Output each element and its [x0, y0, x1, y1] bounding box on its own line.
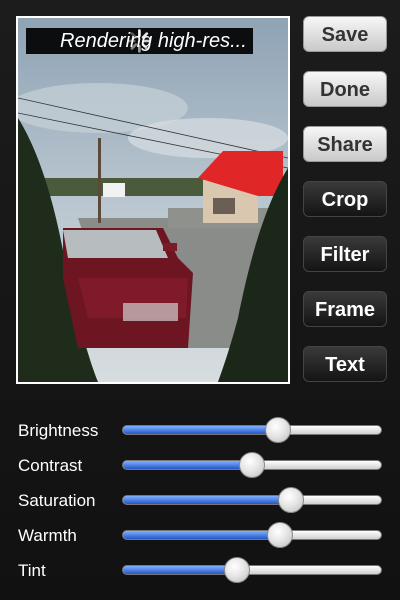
done-button[interactable]: Done: [303, 71, 387, 107]
crop-button[interactable]: Crop: [303, 181, 387, 217]
slider-row-tint: Tint: [0, 553, 400, 588]
saturation-slider-thumb[interactable]: [277, 487, 304, 513]
saturation-label: Saturation: [18, 491, 96, 510]
loading-spinner-icon: [127, 29, 152, 53]
brightness-label: Brightness: [18, 421, 99, 440]
brightness-slider-fill: [123, 426, 278, 434]
tint-slider-fill: [123, 566, 237, 574]
saturation-slider[interactable]: [122, 487, 382, 513]
slider-row-warmth: Warmth: [0, 518, 400, 553]
text-button[interactable]: Text: [303, 346, 387, 382]
tint-slider-thumb[interactable]: [223, 557, 250, 583]
warmth-slider[interactable]: [122, 522, 382, 548]
frame-button[interactable]: Frame: [303, 291, 387, 327]
contrast-label: Contrast: [18, 456, 83, 475]
photo-frame: Rendering high-res...: [16, 16, 290, 384]
contrast-slider-fill: [123, 461, 252, 469]
photo-image: [18, 18, 288, 382]
contrast-slider[interactable]: [122, 452, 382, 478]
tint-slider[interactable]: [122, 557, 382, 583]
rendering-status-badge: Rendering high-res...: [26, 28, 253, 54]
brightness-slider[interactable]: [122, 417, 382, 443]
photo-preview[interactable]: Rendering high-res...: [18, 18, 288, 382]
slider-row-contrast: Contrast: [0, 448, 400, 483]
warmth-slider-fill: [123, 531, 281, 539]
filter-button[interactable]: Filter: [303, 236, 387, 272]
save-button[interactable]: Save: [303, 16, 387, 52]
slider-row-brightness: Brightness: [0, 413, 400, 448]
tint-label: Tint: [18, 561, 46, 580]
brightness-slider-thumb[interactable]: [264, 417, 291, 443]
saturation-slider-fill: [123, 496, 291, 504]
warmth-slider-thumb[interactable]: [267, 522, 294, 548]
share-button[interactable]: Share: [303, 126, 387, 162]
contrast-slider-thumb[interactable]: [239, 452, 265, 478]
slider-row-saturation: Saturation: [0, 483, 400, 518]
warmth-label: Warmth: [18, 526, 77, 545]
